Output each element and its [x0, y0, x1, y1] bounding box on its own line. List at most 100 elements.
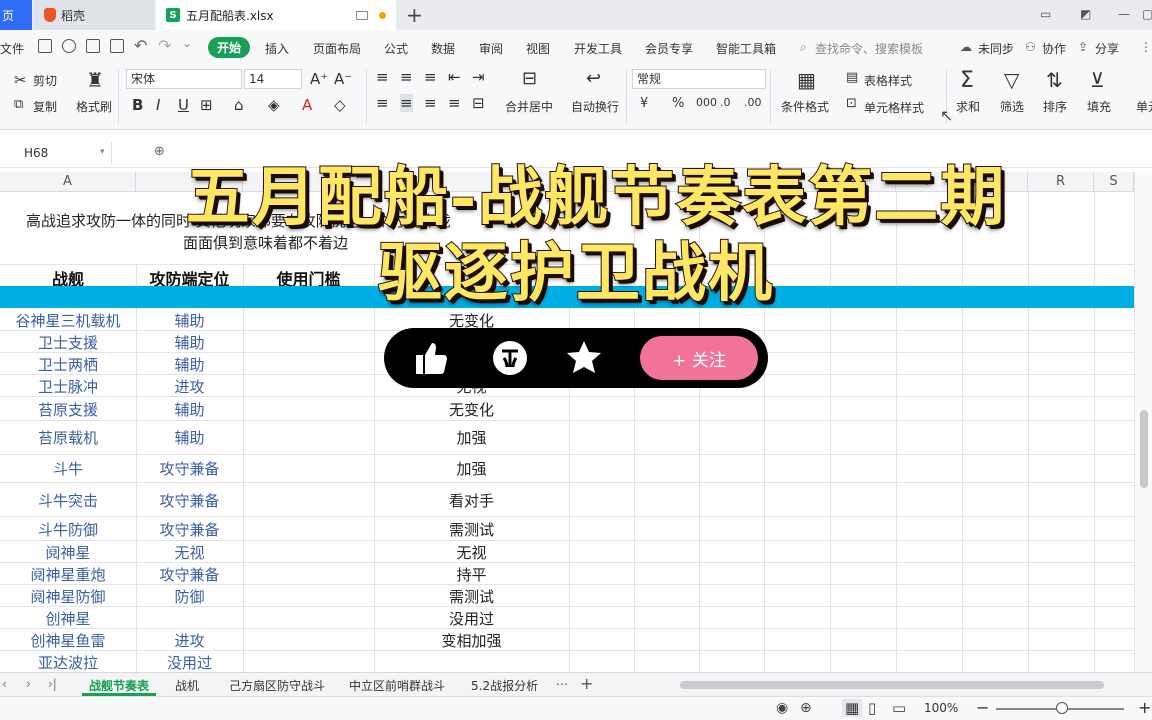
table-row-role[interactable]: 攻守兼备 — [136, 519, 243, 540]
table-row-name[interactable]: 阋神星 — [0, 542, 136, 563]
menu-data[interactable]: 数据 — [431, 40, 455, 57]
table-row-role[interactable]: 进攻 — [136, 376, 243, 397]
decimal-increase-icon[interactable]: .0 — [720, 96, 731, 109]
merge-center-button[interactable]: 合并居中 — [505, 98, 553, 115]
quick-access-more-icon[interactable]: ⌄ — [182, 36, 192, 50]
menu-smart-toolbox[interactable]: 智能工具箱 — [716, 40, 776, 57]
table-row-name[interactable]: 卫士支援 — [0, 332, 136, 353]
print-icon[interactable] — [86, 39, 100, 53]
underline-icon[interactable]: U — [178, 96, 189, 114]
table-style-button[interactable]: 表格样式 — [864, 72, 912, 89]
table-row-name[interactable]: 阋神星重炮 — [0, 564, 136, 585]
zoom-slider-knob[interactable] — [1056, 702, 1068, 714]
currency-icon[interactable]: ¥ — [640, 96, 648, 111]
menu-developer[interactable]: 开发工具 — [574, 40, 622, 57]
align-right-icon[interactable]: ≡ — [424, 94, 437, 112]
horizontal-scroll-thumb[interactable] — [680, 681, 1104, 689]
indent-increase-icon[interactable]: ⇥ — [472, 68, 485, 86]
cut-button[interactable]: 剪切 — [33, 72, 57, 89]
sheet-tab-fighter[interactable]: 战机 — [175, 677, 199, 694]
add-sheet-icon[interactable]: + — [580, 674, 593, 693]
tab-daoke[interactable]: 稻壳 — [34, 0, 154, 30]
menu-view[interactable]: 视图 — [526, 40, 550, 57]
border-icon[interactable]: ⊞ — [200, 96, 213, 114]
table-row-change[interactable]: 需测试 — [374, 586, 569, 607]
zoom-in-icon[interactable]: + — [1138, 698, 1151, 717]
align-center-icon[interactable]: ≡ — [400, 94, 413, 112]
indent-decrease-icon[interactable]: ⇤ — [448, 68, 461, 86]
decimal-decrease-icon[interactable]: .00 — [744, 96, 762, 109]
table-row-change[interactable]: 需测试 — [374, 519, 569, 540]
sheet-last-icon[interactable]: ›| — [48, 677, 57, 691]
table-row-role[interactable]: 攻守兼备 — [136, 490, 243, 511]
sync-status[interactable]: 未同步 — [978, 40, 1014, 57]
table-row-role[interactable]: 辅助 — [136, 354, 243, 375]
format-painter-button[interactable]: 格式刷 — [76, 98, 112, 115]
menu-member[interactable]: 会员专享 — [645, 40, 693, 57]
clear-format-icon[interactable]: ◇ — [334, 96, 346, 114]
percent-icon[interactable]: % — [672, 96, 684, 111]
menu-formula[interactable]: 公式 — [384, 40, 408, 57]
sum-button[interactable]: 求和 — [956, 98, 980, 115]
table-row-name[interactable]: 苔原支援 — [0, 399, 136, 420]
input-method-icon[interactable]: ⊕ — [800, 700, 812, 716]
table-row-name[interactable]: 斗牛防御 — [0, 519, 136, 540]
fill-color-icon[interactable]: ◈ — [268, 96, 280, 114]
tab-home[interactable]: 页 — [0, 0, 32, 30]
table-row-change[interactable]: 加强 — [374, 427, 569, 448]
restore-icon[interactable]: ▢ — [1142, 7, 1152, 21]
sheet-more-icon[interactable]: ⋯ — [556, 677, 568, 691]
align-top-icon[interactable]: ≡ — [376, 68, 389, 86]
zoom-out-icon[interactable]: − — [976, 698, 989, 717]
table-row-change[interactable]: 加强 — [374, 458, 569, 479]
eye-protection-icon[interactable]: ◉ — [776, 700, 788, 716]
table-row-name[interactable]: 创神星 — [0, 608, 136, 629]
zoom-level[interactable]: 100% — [924, 701, 958, 715]
export-icon[interactable] — [62, 39, 76, 53]
table-row-name[interactable]: 创神星鱼雷 — [0, 630, 136, 651]
align-left-icon[interactable]: ≡ — [376, 94, 389, 112]
collab-button[interactable]: 协作 — [1042, 40, 1066, 57]
print-preview-icon[interactable] — [110, 39, 124, 53]
avatar[interactable]: ◩ — [1080, 7, 1091, 21]
table-row-name[interactable]: 斗牛 — [0, 458, 136, 479]
font-shrink-icon[interactable]: A⁻ — [334, 70, 352, 88]
align-middle-icon[interactable]: ≡ — [400, 68, 413, 86]
cell-style-button[interactable]: 单元格样式 — [864, 99, 924, 116]
star-icon[interactable] — [564, 338, 604, 378]
sheet-tab-warship[interactable]: 战舰节奏表 — [89, 677, 149, 694]
thumbs-up-icon[interactable] — [410, 338, 450, 378]
font-grow-icon[interactable]: A⁺ — [310, 70, 328, 88]
table-row-change[interactable]: 持平 — [374, 564, 569, 585]
table-row-change[interactable]: 无视 — [374, 542, 569, 563]
redo-icon[interactable]: ↷ — [158, 36, 171, 55]
minimize-icon[interactable]: — — [1118, 7, 1130, 21]
table-row-name[interactable]: 苔原载机 — [0, 427, 136, 448]
table-row-role[interactable]: 进攻 — [136, 630, 243, 651]
coin-icon[interactable] — [490, 338, 530, 378]
sheet-tab-sector-defense[interactable]: 己方扇区防守战斗 — [229, 677, 325, 694]
align-bottom-icon[interactable]: ≡ — [424, 68, 437, 86]
follow-button[interactable]: + 关注 — [640, 336, 758, 380]
page-break-view-icon[interactable]: ▭ — [892, 699, 906, 717]
sheet-prev-icon[interactable]: ‹ — [2, 677, 7, 691]
page-layout-view-icon[interactable]: ▯ — [868, 699, 876, 717]
table-row-change[interactable]: 没用过 — [374, 608, 569, 629]
table-row-role[interactable]: 无视 — [136, 542, 243, 563]
horizontal-scrollbar[interactable] — [664, 679, 1120, 691]
distribute-icon[interactable]: ⊟ — [472, 94, 485, 112]
tab-file[interactable]: S 五月配船表.xlsx — [156, 0, 396, 30]
new-tab-button[interactable]: + — [406, 3, 423, 27]
menu-insert[interactable]: 插入 — [265, 40, 289, 57]
font-size-select[interactable]: 14 — [244, 69, 302, 89]
sheet-next-icon[interactable]: › — [26, 677, 31, 691]
undo-icon[interactable]: ↶ — [134, 36, 147, 55]
table-row-name[interactable]: 亚达波拉 — [0, 652, 136, 672]
share-button[interactable]: 分享 — [1095, 40, 1119, 57]
italic-icon[interactable]: I — [156, 96, 160, 114]
justify-icon[interactable]: ≡ — [448, 94, 461, 112]
window-layout-icon[interactable]: ▭ — [1040, 7, 1051, 21]
wrap-text-button[interactable]: 自动换行 — [571, 98, 619, 115]
font-color-icon[interactable]: A — [302, 96, 312, 114]
conditional-format-button[interactable]: 条件格式 — [781, 98, 829, 115]
